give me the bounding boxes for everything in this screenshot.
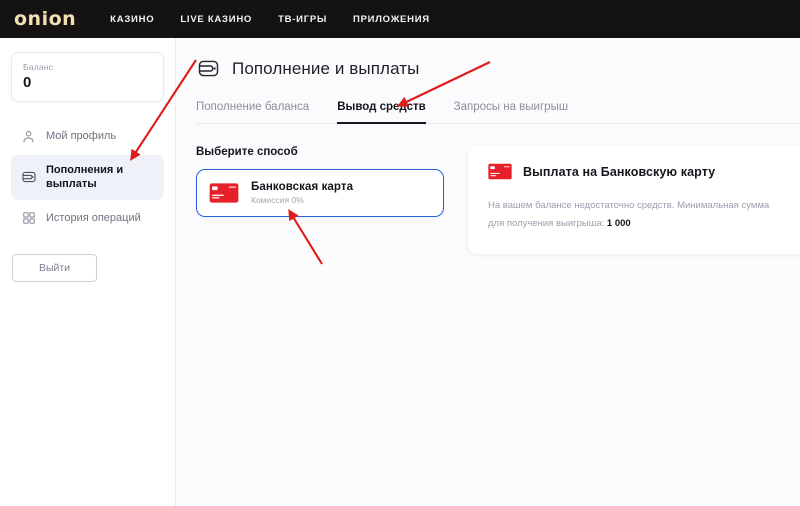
content-row: Выберите способ Банковская карта Комисси… [196, 124, 800, 255]
grid-icon [20, 210, 37, 227]
method-card-bank-card[interactable]: Банковская карта Комиссия 0% [196, 169, 444, 217]
logout-wrapper: Выйти [11, 253, 164, 282]
nav-item-live-casino[interactable]: LIVE КАЗИНО [180, 14, 252, 25]
payout-info-title: Выплата на Банковскую карту [523, 164, 716, 179]
method-title: Банковская карта [251, 181, 354, 193]
balance-card: Баланс 0 [11, 52, 164, 102]
sidebar-item-label: Мой профиль [46, 129, 117, 142]
sidebar-item-operations-history[interactable]: История операций [11, 202, 164, 235]
method-card-texts: Банковская карта Комиссия 0% [251, 181, 353, 205]
tab-winning-requests[interactable]: Запросы на выигрыш [454, 101, 568, 124]
sidebar-item-my-profile[interactable]: Мой профиль [11, 120, 164, 153]
payout-info-message: На вашем балансе недостаточно средств. М… [488, 197, 788, 232]
method-commission: Комиссия 0% [251, 195, 304, 205]
payout-info-card: Выплата на Банковскую карту На вашем бал… [468, 146, 800, 255]
balance-label: Баланс [23, 62, 54, 72]
bank-card-icon [488, 163, 512, 180]
sidebar-menu: Мой профиль Пополнения и выплаты История… [11, 120, 164, 235]
nav-item-tv-games[interactable]: ТВ-ИГРЫ [278, 14, 327, 25]
sidebar: Баланс 0 Мой профиль Пополнения и выплат… [0, 38, 176, 506]
method-selection-column: Выберите способ Банковская карта Комисси… [196, 146, 444, 254]
wallet-icon [196, 56, 221, 81]
sidebar-item-label: Пополнения и выплаты [46, 163, 124, 191]
logo-text: onion [14, 7, 77, 30]
tab-withdraw-funds[interactable]: Вывод средств [337, 101, 426, 124]
bank-card-icon [209, 183, 239, 203]
tab-deposit-balance[interactable]: Пополнение баланса [196, 101, 309, 124]
nav-item-casino[interactable]: КАЗИНО [110, 14, 154, 25]
page-title: Пополнение и выплаты [232, 58, 420, 78]
site-logo[interactable]: onion [14, 7, 77, 30]
wallet-icon [20, 169, 37, 186]
tabs-bar: Пополнение баланса Вывод средств Запросы… [196, 101, 800, 124]
balance-value: 0 [23, 74, 32, 91]
user-icon [20, 128, 37, 145]
sidebar-item-label: История операций [46, 212, 141, 225]
page-layout: Баланс 0 Мой профиль Пополнения и выплат… [0, 38, 800, 506]
select-method-label: Выберите способ [196, 146, 298, 158]
payout-info-header: Выплата на Банковскую карту [488, 163, 788, 180]
main-content: Пополнение и выплаты Пополнение баланса … [176, 38, 800, 506]
nav-item-apps[interactable]: ПРИЛОЖЕНИЯ [353, 14, 430, 25]
payout-minimum-amount: 1 000 [606, 217, 631, 229]
sidebar-item-deposits-payouts[interactable]: Пополнения и выплаты [11, 154, 164, 200]
payout-info-column: Выплата на Банковскую карту На вашем бал… [468, 146, 800, 255]
top-navigation-bar: onion КАЗИНО LIVE КАЗИНО ТВ-ИГРЫ ПРИЛОЖЕ… [0, 0, 800, 38]
logout-button[interactable]: Выйти [12, 253, 97, 282]
main-nav-list: КАЗИНО LIVE КАЗИНО ТВ-ИГРЫ ПРИЛОЖЕНИЯ [110, 14, 430, 25]
page-header: Пополнение и выплаты [196, 56, 800, 81]
